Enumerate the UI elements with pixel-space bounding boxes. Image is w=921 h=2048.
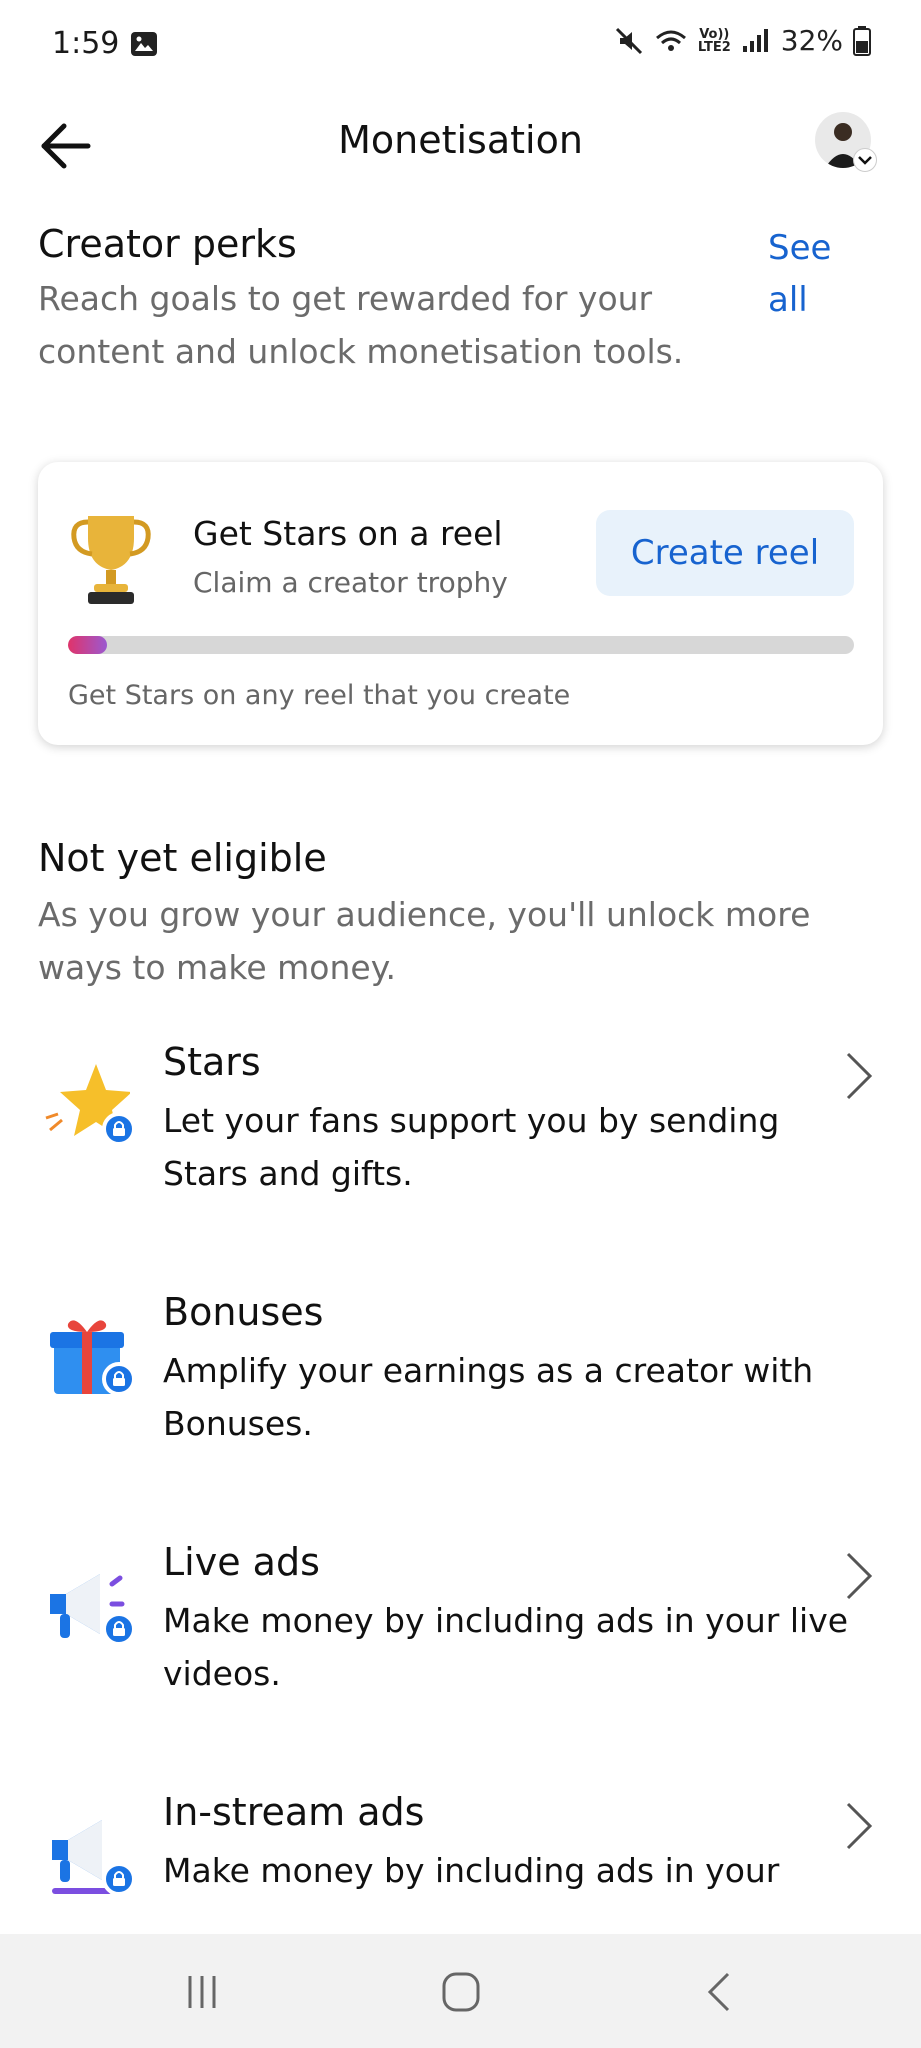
not-eligible-description: As you grow your audience, you'll unlock… (38, 895, 811, 987)
chevron-right-icon[interactable] (840, 1548, 876, 1604)
see-all-link[interactable]: See all (768, 222, 868, 326)
recent-apps-icon[interactable] (172, 1970, 232, 2014)
feature-description: Amplify your earnings as a creator with … (163, 1351, 814, 1443)
battery-percent: 32% (780, 24, 843, 57)
creator-perks-section: Creator perks Reach goals to get rewarde… (38, 222, 883, 378)
chevron-right-icon[interactable] (840, 1048, 876, 1104)
trophy-icon (71, 516, 151, 604)
feature-title: Live ads (163, 1540, 320, 1584)
not-eligible-section: Not yet eligible As you grow your audien… (38, 836, 883, 994)
creator-perks-description: Reach goals to get rewarded for your con… (38, 279, 684, 371)
lock-icon (102, 1112, 136, 1146)
app-header: Monetisation (0, 100, 921, 190)
back-icon[interactable] (690, 1970, 750, 2014)
not-eligible-title: Not yet eligible (38, 836, 327, 880)
signal-icon (742, 28, 768, 52)
lock-icon (102, 1362, 136, 1396)
status-icons: Vo)) LTE2 32% (614, 24, 871, 57)
feature-description: Make money by including ads in your live… (163, 1601, 849, 1693)
perk-hint: Get Stars on any reel that you create (68, 680, 571, 711)
feature-title: Stars (163, 1040, 261, 1084)
feature-description: Make money by including ads in your (163, 1851, 780, 1890)
chevron-right-icon[interactable] (840, 1798, 876, 1854)
gallery-notification-icon (131, 32, 157, 56)
page-title: Monetisation (338, 118, 583, 162)
perk-title: Get Stars on a reel (193, 514, 503, 553)
perk-progress-fill (68, 636, 108, 654)
perk-card: Get Stars on a reel Claim a creator trop… (38, 462, 883, 745)
battery-icon (853, 25, 871, 56)
feature-description: Let your fans support you by sending Sta… (163, 1101, 780, 1193)
network-type: Vo)) LTE2 (697, 26, 731, 55)
chevron-down-icon[interactable] (853, 148, 877, 172)
perk-progress-bar (68, 636, 854, 654)
status-time: 1:59 (52, 26, 120, 61)
feature-title: In-stream ads (163, 1790, 425, 1834)
lock-icon (102, 1612, 136, 1646)
mute-icon (615, 27, 642, 54)
creator-perks-title: Creator perks (38, 222, 297, 266)
wifi-icon (655, 30, 686, 51)
system-navigation-bar (0, 1934, 921, 2048)
feature-title: Bonuses (163, 1290, 324, 1334)
home-icon[interactable] (431, 1970, 491, 2014)
status-bar: 1:59 Vo)) LTE2 32% (0, 0, 921, 92)
lock-icon (102, 1862, 136, 1896)
create-reel-button[interactable]: Create reel (596, 510, 854, 596)
perk-subtitle: Claim a creator trophy (193, 566, 508, 599)
